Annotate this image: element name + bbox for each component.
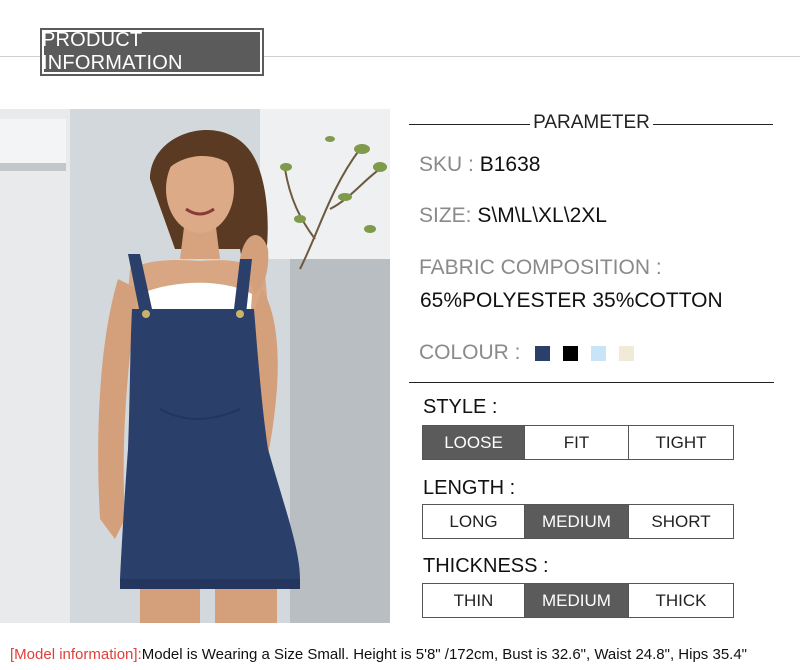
thickness-options: THIN MEDIUM THICK [422, 583, 734, 618]
length-option-long[interactable]: LONG [423, 505, 525, 538]
style-option-fit[interactable]: FIT [525, 426, 629, 459]
parameter-title: PARAMETER [533, 112, 650, 133]
style-option-tight[interactable]: TIGHT [629, 426, 733, 459]
length-option-medium[interactable]: MEDIUM [525, 505, 629, 538]
size-row: SIZE: S\M\L\XL\2XL [419, 204, 607, 228]
thickness-option-medium[interactable]: MEDIUM [525, 584, 629, 617]
fabric-label: FABRIC COMPOSITION : [419, 256, 662, 279]
length-title: LENGTH : [423, 477, 516, 499]
thickness-title: THICKNESS : [423, 555, 549, 577]
colour-swatch-navy[interactable] [534, 345, 550, 361]
fabric-value: 65%POLYESTER 35%COTTON [420, 289, 723, 312]
fabric-label-row: FABRIC COMPOSITION : [419, 256, 662, 280]
section-title-badge: PRODUCT INFORMATION [40, 28, 264, 76]
model-information-label: [Model information]: [10, 646, 142, 663]
colour-swatches [534, 345, 634, 361]
thickness-option-thin[interactable]: THIN [423, 584, 525, 617]
sku-value: B1638 [479, 153, 541, 176]
section-title: PRODUCT INFORMATION [42, 29, 183, 74]
model-information: [Model information]:Model is Wearing a S… [10, 646, 747, 663]
colour-label: COLOUR : [419, 341, 521, 364]
sku-label: SKU : [419, 153, 474, 176]
heading-rule-right [653, 124, 773, 125]
sku-row: SKU : B1638 [419, 153, 540, 177]
colour-swatch-black[interactable] [562, 345, 578, 361]
model-image [0, 109, 390, 623]
style-options: LOOSE FIT TIGHT [422, 425, 734, 460]
thickness-option-thick[interactable]: THICK [629, 584, 733, 617]
style-title: STYLE : [423, 396, 498, 418]
model-information-text: Model is Wearing a Size Small. Height is… [141, 646, 747, 663]
parameter-heading: PARAMETER [409, 112, 773, 138]
colour-row: COLOUR : [419, 341, 634, 365]
product-photo [0, 109, 390, 623]
colour-swatch-beige[interactable] [618, 345, 634, 361]
section-divider [409, 382, 774, 383]
size-value: S\M\L\XL\2XL [477, 204, 607, 227]
size-label: SIZE: [419, 204, 472, 227]
heading-rule-left [409, 124, 530, 125]
style-option-loose[interactable]: LOOSE [423, 426, 525, 459]
fabric-value-row: 65%POLYESTER 35%COTTON [420, 289, 723, 313]
length-option-short[interactable]: SHORT [629, 505, 733, 538]
colour-swatch-light-blue[interactable] [590, 345, 606, 361]
length-options: LONG MEDIUM SHORT [422, 504, 734, 539]
